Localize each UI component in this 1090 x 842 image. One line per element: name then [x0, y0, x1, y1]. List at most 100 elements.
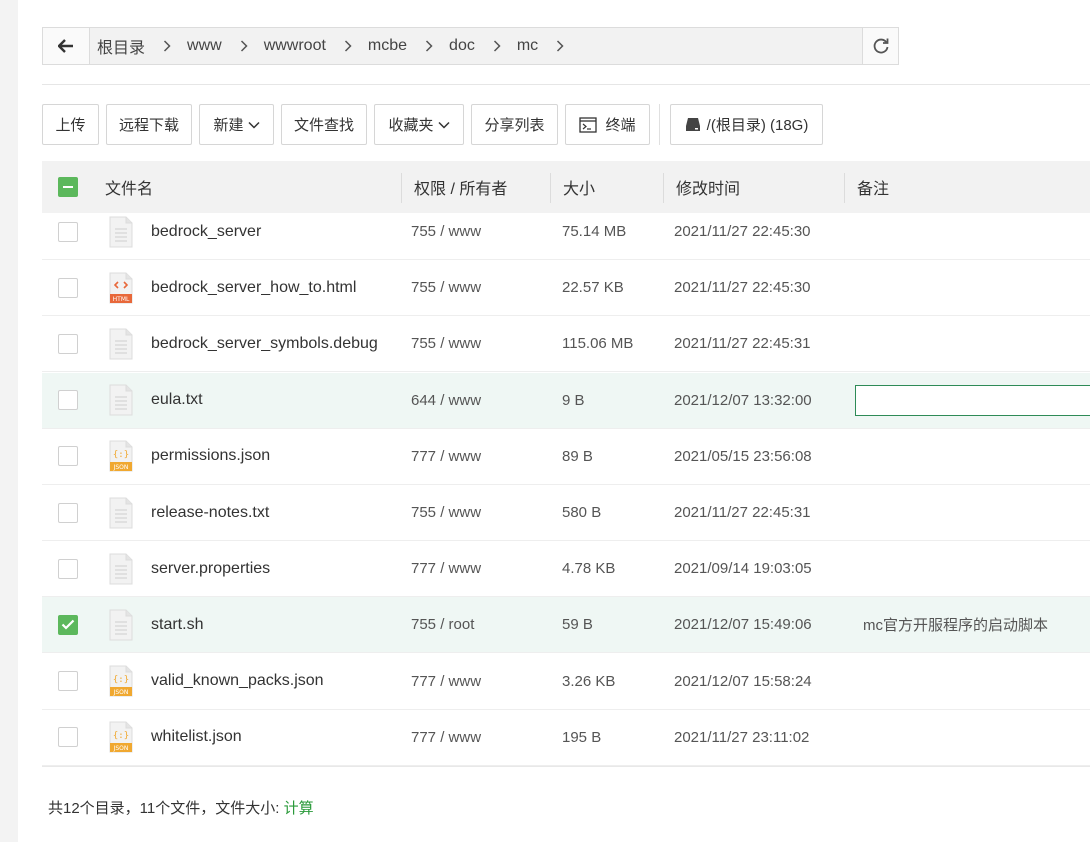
- disk-button[interactable]: /(根目录) (18G): [670, 104, 823, 145]
- breadcrumb-label: www: [187, 37, 222, 54]
- table-row[interactable]: bedrock_server_symbols.debug 755 / www 115…: [42, 316, 1090, 373]
- filename-cell[interactable]: start.sh: [108, 597, 203, 652]
- disk-label: /(根目录) (18G): [706, 117, 809, 134]
- filename-cell[interactable]: HTML bedrock_server_how_to.html: [108, 260, 356, 315]
- row-checkbox[interactable]: [58, 221, 78, 242]
- table-row[interactable]: start.sh 755 / root 59 B 2021/12/07 15:49:0…: [42, 597, 1090, 654]
- filename-cell[interactable]: eula.txt: [108, 373, 203, 428]
- table-row[interactable]: {:} JSON permissions.json 777 / www 89 B 2021…: [42, 429, 1090, 485]
- table-row[interactable]: bedrock_server 755 / www 75.14 MB 2021/11/2…: [42, 204, 1090, 260]
- divider: [42, 84, 1090, 85]
- row-checkbox[interactable]: [58, 614, 78, 635]
- chevron-down-icon: [437, 121, 450, 129]
- filename-cell[interactable]: bedrock_server_symbols.debug: [108, 316, 378, 371]
- row-checkbox-cell: [58, 373, 78, 428]
- svg-text:{:}: {:}: [113, 675, 129, 685]
- check-icon: [61, 620, 75, 630]
- refresh-icon: [873, 38, 888, 54]
- back-button[interactable]: [43, 28, 90, 64]
- size-cell: 89 B: [562, 447, 593, 465]
- filename-text[interactable]: whitelist.json: [151, 728, 242, 746]
- breadcrumb-item[interactable]: www: [187, 37, 264, 55]
- remark-cell[interactable]: mc官方开服程序的启动脚本: [863, 597, 1048, 652]
- column-separator: [401, 173, 402, 203]
- modified-time-cell: 2021/11/27 22:45:30: [674, 279, 811, 297]
- terminal-button[interactable]: 终端: [565, 104, 650, 145]
- modified-time-cell: 2021/12/07 15:49:06: [674, 616, 812, 634]
- row-checkbox-cell: [58, 204, 78, 259]
- refresh-button[interactable]: [862, 28, 898, 64]
- filename-cell[interactable]: {:} JSON permissions.json: [108, 429, 270, 484]
- permission-cell: 777 / www: [411, 560, 482, 578]
- json-file-icon: {:} JSON: [109, 440, 133, 472]
- size-cell: 3.26 KB: [562, 672, 616, 690]
- modified-time-cell: 2021/12/07 15:58:24: [674, 672, 812, 690]
- row-checkbox[interactable]: [58, 390, 78, 411]
- filename-text[interactable]: release-notes.txt: [151, 504, 269, 522]
- row-checkbox[interactable]: [58, 277, 78, 298]
- modified-time-cell: 2021/11/27 22:45:30: [674, 223, 811, 240]
- file-icon: [109, 497, 133, 528]
- breadcrumb-label: 根目录: [97, 40, 146, 57]
- filename-text[interactable]: bedrock_server_how_to.html: [151, 279, 356, 297]
- filename-text[interactable]: start.sh: [151, 616, 203, 634]
- favorites-dropdown-button[interactable]: 收藏夹: [374, 104, 464, 145]
- remark-input[interactable]: [855, 384, 1090, 416]
- row-checkbox-cell: [58, 316, 78, 371]
- calculate-link[interactable]: 计算: [284, 800, 314, 817]
- table-row[interactable]: server.properties 777 / www 4.78 KB 2021/09…: [42, 541, 1090, 598]
- filename-cell[interactable]: {:} JSON valid_known_packs.json: [108, 654, 324, 709]
- size-cell: 580 B: [562, 504, 602, 521]
- row-checkbox-cell: [58, 654, 78, 709]
- modified-time-cell: 2021/09/14 19:03:05: [674, 560, 812, 578]
- json-file-icon: {:} JSON: [109, 721, 133, 753]
- column-separator: [550, 173, 551, 203]
- row-checkbox[interactable]: [58, 333, 78, 354]
- table-row[interactable]: HTML bedrock_server_how_to.html 755 / www 2…: [42, 260, 1090, 317]
- table-row[interactable]: {:} JSON whitelist.json 777 / www 195 B 2021/…: [42, 710, 1090, 766]
- table-row[interactable]: {:} JSON valid_known_packs.json 777 / www 3.…: [42, 654, 1090, 710]
- breadcrumb-item[interactable]: doc: [449, 37, 517, 55]
- path-bar: 根目录 www wwwroot mcbe doc mc: [42, 27, 899, 65]
- breadcrumb-item[interactable]: mc: [517, 37, 580, 55]
- row-checkbox-cell: [58, 485, 78, 540]
- new-label: 新建: [213, 117, 244, 134]
- breadcrumb-item[interactable]: wwwroot: [264, 37, 368, 55]
- row-checkbox[interactable]: [58, 558, 78, 579]
- favorites-label: 收藏夹: [388, 117, 434, 134]
- upload-label: 上传: [55, 117, 86, 134]
- json-file-icon: {:} JSON: [109, 665, 133, 697]
- filename-text[interactable]: eula.txt: [151, 391, 203, 409]
- remark-cell[interactable]: [855, 373, 1090, 428]
- filename-cell[interactable]: bedrock_server: [108, 204, 261, 259]
- row-checkbox[interactable]: [58, 671, 78, 692]
- filename-text[interactable]: server.properties: [151, 560, 270, 578]
- filename-text[interactable]: bedrock_server: [151, 223, 261, 241]
- filename-text[interactable]: bedrock_server_symbols.debug: [151, 335, 378, 353]
- table-row[interactable]: eula.txt 644 / www 9 B 2021/12/07 13:32:00: [42, 372, 1090, 429]
- size-cell: 4.78 KB: [562, 560, 616, 578]
- remote-download-button[interactable]: 远程下载: [106, 104, 192, 145]
- file-search-button[interactable]: 文件查找: [281, 104, 367, 145]
- html-file-icon: HTML: [109, 272, 133, 304]
- breadcrumb-item[interactable]: mcbe: [368, 37, 449, 55]
- filename-cell[interactable]: server.properties: [108, 541, 270, 596]
- breadcrumb-item[interactable]: 根目录: [97, 34, 187, 58]
- permission-cell: 755 / www: [411, 279, 482, 297]
- row-checkbox[interactable]: [58, 727, 78, 748]
- upload-button[interactable]: 上传: [42, 104, 99, 145]
- row-checkbox[interactable]: [58, 446, 78, 467]
- share-list-button[interactable]: 分享列表: [471, 104, 558, 145]
- size-cell: 115.06 MB: [562, 335, 634, 353]
- row-checkbox[interactable]: [58, 502, 78, 523]
- modified-time-cell: 2021/05/15 23:56:08: [674, 447, 812, 465]
- filename-text[interactable]: valid_known_packs.json: [151, 672, 324, 690]
- chevron-right-icon: [240, 40, 248, 52]
- new-dropdown-button[interactable]: 新建: [199, 104, 274, 145]
- filename-cell[interactable]: release-notes.txt: [108, 485, 269, 540]
- size-cell: 75.14 MB: [562, 223, 627, 240]
- filename-text[interactable]: permissions.json: [151, 447, 270, 465]
- table-row[interactable]: release-notes.txt 755 / www 580 B 2021/11/2…: [42, 485, 1090, 541]
- filename-cell[interactable]: {:} JSON whitelist.json: [108, 710, 242, 765]
- breadcrumb-label: wwwroot: [263, 37, 326, 54]
